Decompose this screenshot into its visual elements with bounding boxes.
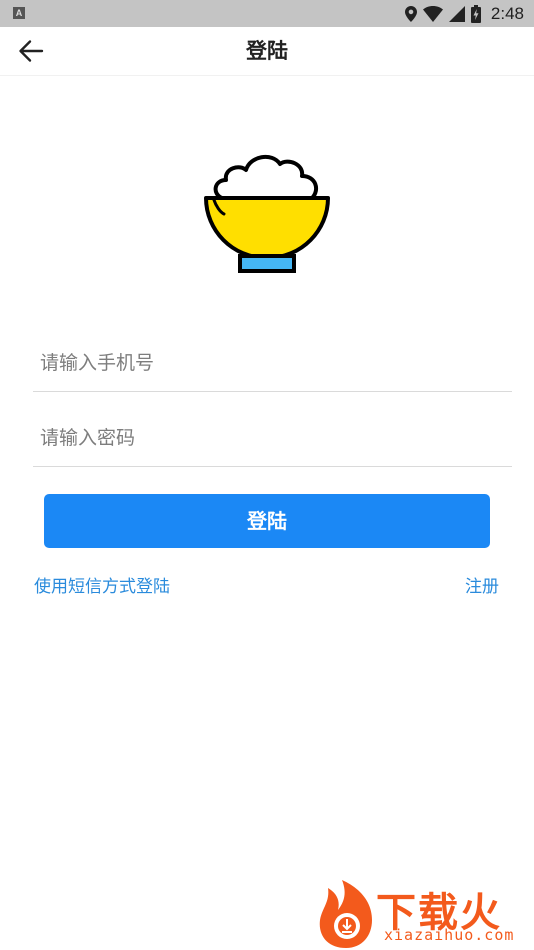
password-field [33,410,512,467]
phone-field [33,335,512,392]
wifi-icon [422,5,443,22]
page-title: 登陆 [246,39,288,63]
app-bar: 登陆 [0,27,534,76]
status-bar: A 2:48 [0,0,534,27]
app-logo [202,150,332,276]
notification-icon: A [13,7,25,19]
password-input[interactable] [40,418,500,458]
login-button[interactable]: 登陆 [44,494,490,548]
status-icons: 2:48 [404,0,524,27]
location-icon [404,5,417,22]
watermark-domain: xiazaihuo.com [384,926,515,944]
sms-login-link[interactable]: 使用短信方式登陆 [34,572,170,597]
clock: 2:48 [490,3,524,23]
watermark: 下载火 xiazaihuo.com [316,880,534,950]
battery-charging-icon [470,4,481,23]
register-link[interactable]: 注册 [465,572,499,597]
signal-icon [448,5,465,22]
flame-logo-icon [319,880,372,948]
phone-input[interactable] [40,343,500,383]
rice-bowl-icon [204,154,330,273]
